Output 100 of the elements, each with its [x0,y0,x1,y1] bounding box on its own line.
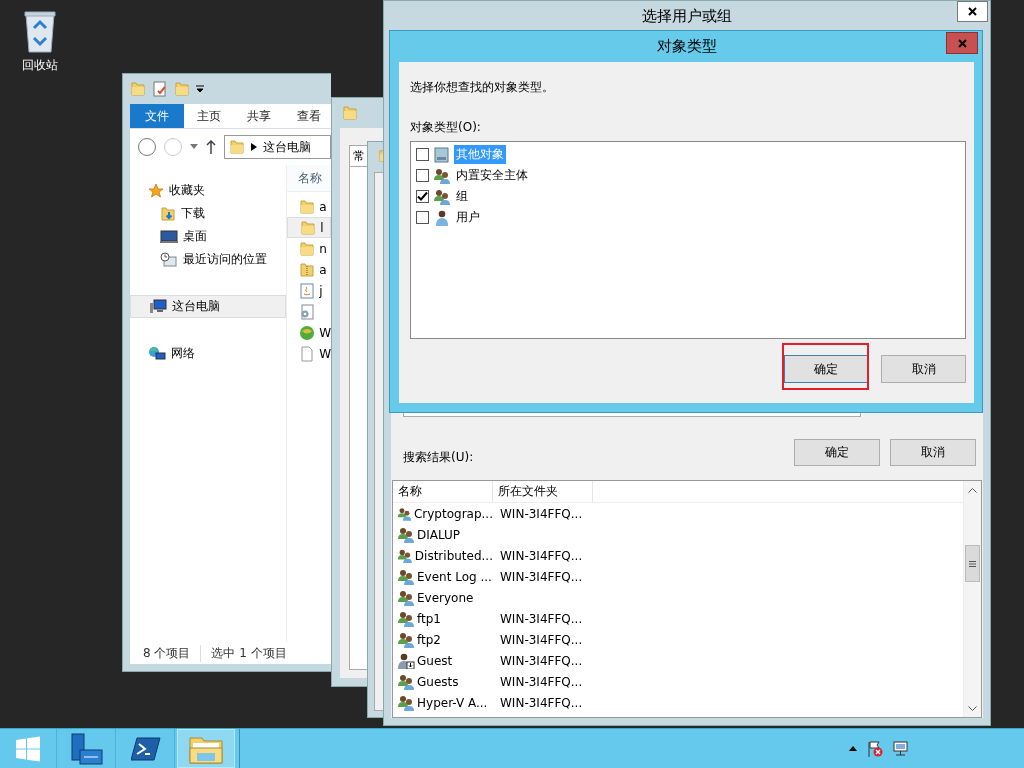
grip-icon [969,560,976,567]
nav-item[interactable]: 网络 [130,342,287,365]
group-icon [397,505,412,522]
result-row[interactable]: Guests WIN-3I4FFQ... [393,671,963,692]
column-header[interactable]: 名称 [287,165,331,192]
ribbon-tab[interactable]: 查看 [284,104,331,128]
group-icon [397,631,415,648]
file-row[interactable]: W [287,343,331,364]
checkbox[interactable] [416,148,429,161]
monitor-icon [160,228,178,245]
dialog-button[interactable]: 取消 [890,439,976,466]
dialog-button[interactable]: 确定 [794,439,880,466]
download-folder-icon [160,205,176,222]
result-row[interactable]: Event Log ... WIN-3I4FFQ... [393,566,963,587]
chevron-icon [251,143,257,151]
computer-icon [149,298,167,315]
nav-item[interactable]: 这台电脑 [130,295,287,318]
dropdown-icon[interactable] [196,85,204,93]
globe-icon [299,324,316,341]
scrollbar[interactable] [963,481,981,717]
column-header[interactable]: 所在文件夹 [493,481,593,502]
field-label: 对象类型(O): [410,119,482,136]
recycle-bin-icon[interactable] [22,8,58,54]
folder-icon [229,139,245,155]
ribbon-tab[interactable]: 共享 [234,104,284,128]
checkbox[interactable] [416,211,429,224]
folder-icon [299,240,316,257]
properties-icon[interactable] [152,81,168,97]
result-row[interactable]: ftp2 WIN-3I4FFQ... [393,629,963,650]
result-row[interactable]: Hyper-V A... WIN-3I4FFQ... [393,692,963,713]
zip-folder-icon [299,261,316,278]
network-icon [148,345,166,362]
star-icon [148,182,164,199]
file-row[interactable]: a [287,196,331,217]
close-button[interactable] [957,1,988,22]
server-toolbox-icon[interactable] [70,732,104,765]
dialog-button[interactable]: 取消 [881,355,966,383]
ribbon-tab[interactable]: 文件 [130,104,184,128]
list-item[interactable]: 用户 [454,208,482,227]
dialog-button[interactable]: 确定 [784,355,868,383]
recent-places-icon [160,251,178,268]
scroll-up-icon[interactable] [968,486,977,493]
result-row[interactable]: Guest WIN-3I4FFQ... [393,650,963,671]
status-text: 8 个项目 [143,644,191,662]
result-row[interactable]: Everyone [393,587,963,608]
checkbox[interactable] [416,190,429,203]
status-text: 选中 1 个项目 [200,644,287,662]
list-item[interactable]: 组 [454,187,470,206]
group-icon [397,694,415,711]
file-row[interactable]: l [287,217,331,238]
folder-icon [300,219,317,236]
object-icon [433,146,451,163]
nav-item[interactable]: 桌面 [130,225,287,248]
file-row[interactable]: j [287,280,331,301]
window-title: 选择用户或组 [642,6,732,26]
check-icon [417,191,428,202]
result-row[interactable]: ftp1 WIN-3I4FFQ... [393,608,963,629]
nav-item[interactable]: 收藏夹 [130,179,287,202]
nav-item[interactable]: 最近访问的位置 [130,248,287,271]
up-arrow-icon[interactable] [206,140,216,154]
group-icon [397,568,415,585]
input-field[interactable] [403,413,861,417]
scroll-thumb[interactable] [965,545,980,582]
folder-icon [174,81,190,97]
window-title: 对象类型 [656,37,717,56]
ribbon-tab[interactable]: 主页 [184,104,234,128]
result-row[interactable]: DIALUP [393,524,963,545]
result-row[interactable]: Distributed... WIN-3I4FFQ... [393,545,963,566]
file-row[interactable]: n [287,238,331,259]
gear-file-icon [299,303,316,320]
desktop-icon-label: 回收站 [22,57,58,74]
field-label: 搜索结果(U): [403,449,474,466]
file-row[interactable]: a [287,259,331,280]
user-icon [433,209,451,226]
group-icon [397,673,415,690]
result-row[interactable]: Cryptograp... WIN-3I4FFQ... [393,503,963,524]
prompt-text: 选择你想查找的对象类型。 [410,79,555,96]
address-bar[interactable]: 这台电脑 [224,135,331,159]
user-icon [397,652,415,669]
folder-icon [342,105,358,121]
column-header[interactable]: 名称 [393,481,493,502]
flag-alert-icon[interactable] [867,740,883,757]
scroll-down-icon[interactable] [968,705,977,712]
group-icon [397,526,415,543]
file-icon [299,345,316,362]
list-item[interactable]: 内置安全主体 [454,166,530,185]
group-icon [433,188,451,205]
powershell-icon[interactable] [131,736,161,761]
group-icon [397,547,413,564]
folder-icon [130,81,146,97]
show-hidden-icons[interactable] [849,746,857,751]
java-file-icon [299,282,316,299]
nav-item[interactable]: 下载 [130,202,287,225]
checkbox[interactable] [416,169,429,182]
file-row[interactable]: W [287,322,331,343]
close-icon [968,7,977,16]
group-icon [397,610,415,627]
close-icon [957,38,967,48]
network-icon[interactable] [893,740,909,757]
folder-icon [299,198,316,215]
